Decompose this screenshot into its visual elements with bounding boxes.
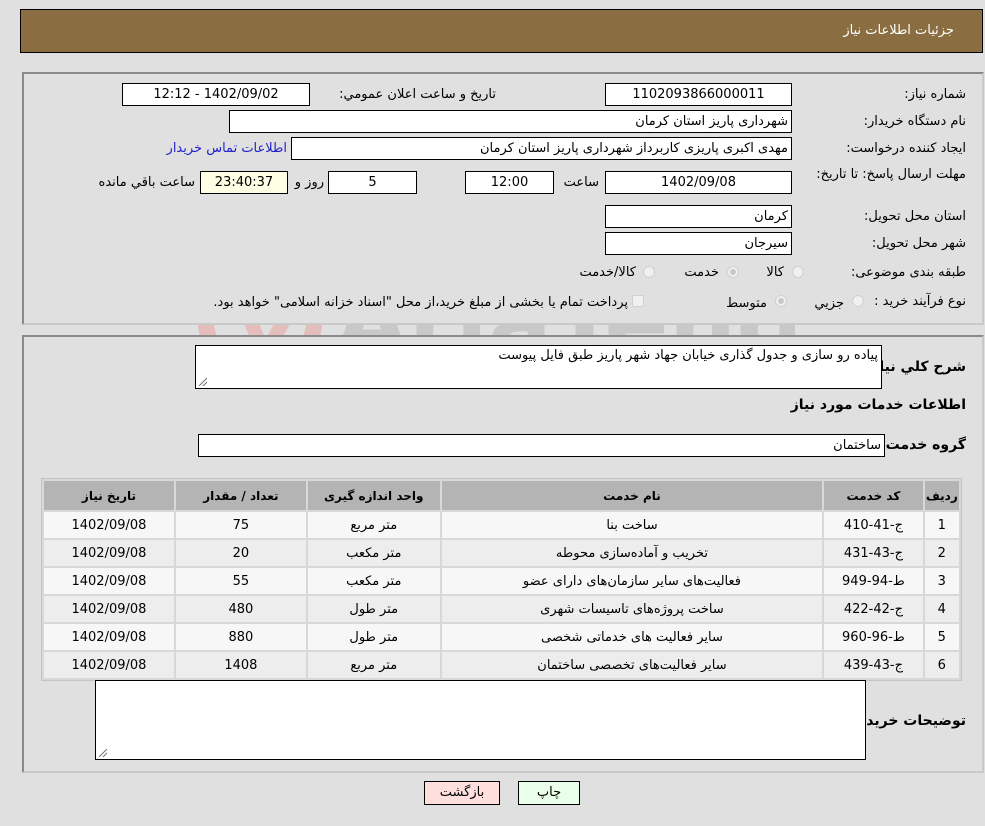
table-row: 1 ج-41-410 ساخت بنا متر مربع 75 1402/09/… [44,512,959,538]
cell-quantity: 1408 [175,652,306,678]
back-button[interactable]: بازگشت [424,781,500,805]
col-header-row-number: ردیف [924,481,959,510]
delivery-city-label: شهر محل تحویل: [871,236,966,251]
cell-unit: متر طول [307,624,440,650]
buyer-org-field: شهرداری پاریز استان کرمان [229,110,792,133]
delivery-province-label: استان محل تحویل: [864,209,966,224]
buyer-org-label: نام دستگاه خریدار: [863,114,966,129]
col-header-unit: واحد اندازه گیری [307,481,440,510]
cell-quantity: 55 [175,568,306,594]
cell-service-name: سایر فعالیت های خدماتی شخصی [441,624,823,650]
announce-datetime-field: 1402/09/02 - 12:12 [122,83,310,106]
cell-need-date: 1402/09/08 [44,568,174,594]
cell-service-name: ساخت پروژه‌های تاسیسات شهری [441,596,823,622]
description-textarea[interactable]: پیاده رو سازی و جدول گذاری خیابان جهاد ش… [195,345,882,389]
page-header: جزئیات اطلاعات نیاز [20,9,983,53]
table-row: 5 ط-96-960 سایر فعالیت های خدماتی شخصی م… [44,624,959,650]
cell-need-date: 1402/09/08 [44,540,174,566]
category-option-service: خدمت [684,265,719,280]
deadline-date-field: 1402/09/08 [605,171,792,194]
services-section-title: اطلاعات خدمات مورد نیاز [790,397,966,413]
table-row: 3 ط-94-949 فعالیت‌های سایر سازمان‌های دا… [44,568,959,594]
cell-unit: متر مکعب [307,568,440,594]
treasury-note: پرداخت تمام یا بخشی از مبلغ خرید،از محل … [213,295,628,310]
col-header-quantity: تعداد / مقدار [175,481,306,510]
need-info-panel: شماره نیاز: 1102093866000011 تاریخ و ساع… [22,72,984,325]
purchase-radio-minor[interactable] [852,295,864,307]
cell-quantity: 480 [175,596,306,622]
page-title: جزئیات اطلاعات نیاز [843,23,954,38]
need-number-field: 1102093866000011 [605,83,792,106]
cell-need-date: 1402/09/08 [44,512,174,538]
announce-datetime-label: تاریخ و ساعت اعلان عمومي: [339,87,496,102]
cell-quantity: 20 [175,540,306,566]
cell-service-name: ساخت بنا [441,512,823,538]
category-option-goods-service: کالا/خدمت [579,265,636,280]
buyer-notes-textarea[interactable] [95,680,866,760]
delivery-province-field: کرمان [605,205,792,228]
cell-unit: متر مربع [307,512,440,538]
service-group-label: گروه خدمت: [880,437,966,453]
purchase-option-minor: جزيي [814,296,844,311]
cell-service-code: ط-96-960 [824,624,923,650]
days-remaining-field: 5 [328,171,417,194]
cell-row-number: 3 [924,568,959,594]
cell-row-number: 6 [924,652,959,678]
category-radio-goods[interactable] [792,266,804,278]
cell-row-number: 2 [924,540,959,566]
resize-grip-icon[interactable] [199,378,207,386]
delivery-city-field: سیرجان [605,232,792,255]
cell-service-code: ج-43-431 [824,540,923,566]
need-number-label: شماره نیاز: [904,87,966,102]
days-label: روز و [294,175,324,190]
cell-row-number: 1 [924,512,959,538]
cell-row-number: 4 [924,596,959,622]
category-radio-goods-service[interactable] [643,266,655,278]
purchase-radio-medium[interactable] [775,295,787,307]
col-header-service-code: کد خدمت [824,481,923,510]
requester-field: مهدی اکبری پاریزی کاربرداز شهرداری پاریز… [291,137,792,160]
services-table: ردیف کد خدمت نام خدمت واحد اندازه گیری ت… [41,478,962,681]
col-header-service-name: نام خدمت [441,481,823,510]
need-details-panel: شرح کلي نیاز: پیاده رو سازی و جدول گذاری… [22,335,984,773]
table-row: 2 ج-43-431 تخریب و آماده‌سازی محوطه متر … [44,540,959,566]
requester-label: ایجاد کننده درخواست: [846,141,966,156]
resize-grip-icon[interactable] [99,749,107,757]
description-text: پیاده رو سازی و جدول گذاری خیابان جهاد ش… [498,348,878,363]
category-radio-service[interactable] [727,266,739,278]
time-remaining-field: 23:40:37 [200,171,288,194]
treasury-checkbox[interactable] [632,295,644,307]
service-group-field: ساختمان [198,434,885,457]
print-button[interactable]: چاپ [518,781,580,805]
cell-quantity: 75 [175,512,306,538]
deadline-time-label: ساعت [563,175,599,190]
cell-service-code: ج-42-422 [824,596,923,622]
cell-row-number: 5 [924,624,959,650]
deadline-label: مهلت ارسال پاسخ: تا تاریخ: [816,167,966,182]
col-header-need-date: تاریخ نیاز [44,481,174,510]
deadline-time-field: 12:00 [465,171,554,194]
cell-service-name: تخریب و آماده‌سازی محوطه [441,540,823,566]
table-row: 6 ج-43-439 سایر فعالیت‌های تخصصی ساختمان… [44,652,959,678]
cell-unit: متر مربع [307,652,440,678]
buyer-contact-link[interactable]: اطلاعات تماس خریدار [167,141,287,156]
purchase-option-medium: متوسط [726,296,767,311]
cell-service-code: ج-43-439 [824,652,923,678]
cell-quantity: 880 [175,624,306,650]
cell-need-date: 1402/09/08 [44,624,174,650]
category-label: طبقه بندی موضوعی: [850,265,966,280]
category-option-goods: کالا [766,265,784,280]
time-remaining-label: ساعت باقي مانده [98,175,195,190]
table-row: 4 ج-42-422 ساخت پروژه‌های تاسیسات شهری م… [44,596,959,622]
cell-need-date: 1402/09/08 [44,596,174,622]
cell-service-name: فعالیت‌های سایر سازمان‌های دارای عضو [441,568,823,594]
cell-unit: متر مکعب [307,540,440,566]
cell-service-name: سایر فعالیت‌های تخصصی ساختمان [441,652,823,678]
cell-need-date: 1402/09/08 [44,652,174,678]
table-header-row: ردیف کد خدمت نام خدمت واحد اندازه گیری ت… [44,481,959,510]
purchase-type-label: نوع فرآیند خرید : [874,294,966,309]
cell-service-code: ط-94-949 [824,568,923,594]
cell-service-code: ج-41-410 [824,512,923,538]
cell-unit: متر طول [307,596,440,622]
